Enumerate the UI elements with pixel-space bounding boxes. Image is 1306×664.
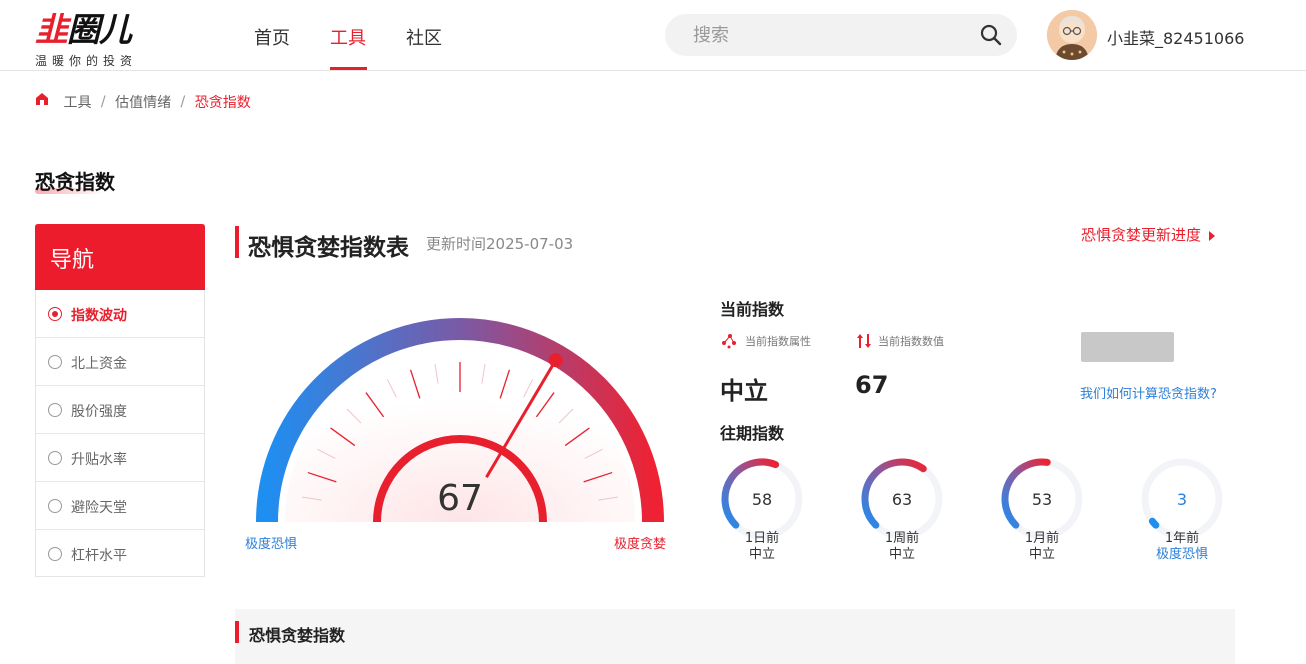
update-time: 更新时间2025-07-03 — [426, 235, 574, 253]
avatar-illustration — [1047, 10, 1097, 60]
side-item-basis-rate[interactable]: 升贴水率 — [36, 434, 204, 482]
side-item-index-volatility[interactable]: 指数波动 — [36, 290, 204, 338]
mini-gauge-value: 53 — [1031, 490, 1053, 509]
radio-icon — [48, 451, 62, 465]
mini-gauge-period: 1日前 — [744, 531, 780, 546]
gauge-right-label: 极度贪婪 — [614, 537, 667, 552]
current-value: 67 — [855, 371, 889, 399]
radio-icon — [48, 547, 62, 561]
update-progress-link[interactable]: 恐惧贪婪更新进度 — [1081, 224, 1216, 245]
breadcrumb-valuation[interactable]: 估值情绪 — [115, 92, 171, 112]
gauge-value: 67 — [437, 478, 483, 519]
radio-icon — [48, 355, 62, 369]
side-item-label: 北上资金 — [71, 356, 127, 372]
home-icon[interactable] — [35, 92, 49, 106]
current-value-label: 当前指数数值 — [878, 335, 944, 348]
side-item-price-strength[interactable]: 股价强度 — [36, 386, 204, 434]
mini-gauge-period: 1周前 — [884, 531, 920, 546]
side-item-label: 指数波动 — [71, 308, 127, 324]
mini-gauge-period: 1月前 — [1024, 531, 1060, 546]
mini-gauge-state: 中立 — [888, 547, 915, 562]
side-item-label: 避险天堂 — [71, 500, 127, 516]
breadcrumb-separator: / — [180, 94, 186, 110]
fear-greed-gauge — [256, 318, 664, 523]
breadcrumb-separator: / — [100, 94, 106, 110]
side-item-label: 股价强度 — [71, 404, 127, 420]
caret-right-icon — [1209, 230, 1216, 241]
logo-slogan: 温暖你的投资 — [35, 54, 138, 68]
mini-gauge-state: 中立 — [748, 547, 775, 562]
side-nav: 导航 指数波动 北上资金 股价强度 升贴水率 避险天堂 杠杆水平 — [35, 224, 205, 577]
current-attribute: 中立 — [720, 377, 768, 405]
mini-gauge-period: 1年前 — [1164, 531, 1200, 546]
attribute-icon — [722, 334, 736, 349]
radio-icon — [48, 499, 62, 513]
username[interactable]: 小韭菜_82451066 — [1107, 25, 1244, 49]
side-item-label: 杠杆水平 — [71, 548, 127, 564]
nav-home[interactable]: 首页 — [254, 24, 290, 50]
update-progress-label: 恐惧贪婪更新进度 — [1081, 226, 1202, 244]
section-accent-bar — [235, 621, 239, 643]
logo[interactable]: 韭圈儿 温暖你的投资 — [35, 8, 150, 70]
avatar[interactable] — [1047, 10, 1097, 60]
mini-gauge-value: 58 — [751, 490, 773, 509]
current-attribute-label: 当前指数属性 — [745, 335, 811, 348]
breadcrumb-tools[interactable]: 工具 — [63, 92, 91, 112]
past-index-heading: 往期指数 — [720, 424, 785, 443]
mini-gauge-state: 极度恐惧 — [1155, 547, 1208, 562]
nav-active-underline — [330, 67, 367, 70]
side-item-safe-haven[interactable]: 避险天堂 — [36, 482, 204, 530]
nav-community[interactable]: 社区 — [406, 24, 442, 50]
mini-gauge-value: 3 — [1176, 490, 1188, 509]
search-icon[interactable] — [979, 23, 1003, 47]
past-index-1year: 3 1年前 极度恐惧 — [1139, 456, 1225, 566]
up-down-arrows-icon — [857, 334, 871, 348]
how-calculate-link[interactable]: 我们如何计算恐贪指数? — [1080, 383, 1217, 402]
placeholder-button[interactable] — [1081, 332, 1174, 362]
side-item-northbound[interactable]: 北上资金 — [36, 338, 204, 386]
breadcrumb: 工具 / 估值情绪 / 恐贪指数 — [35, 92, 251, 112]
past-index-1day: 58 1日前 中立 — [719, 456, 805, 566]
gauge-needle-tip — [548, 353, 563, 368]
radio-selected-icon — [48, 307, 62, 321]
breadcrumb-current: 恐贪指数 — [194, 95, 251, 111]
mini-gauge-value: 63 — [891, 490, 913, 509]
index-table-section — [235, 609, 1235, 664]
mini-gauge-state: 中立 — [1028, 547, 1055, 562]
side-nav-title: 导航 — [35, 224, 205, 290]
side-item-leverage[interactable]: 杠杆水平 — [36, 530, 204, 578]
search-box — [665, 14, 1017, 56]
side-item-label: 升贴水率 — [71, 452, 127, 468]
section-accent-bar — [235, 226, 239, 258]
section-title: 恐惧贪婪指数表 — [248, 235, 409, 261]
past-index-1month: 53 1月前 中立 — [999, 456, 1085, 566]
past-index-1week: 63 1周前 中立 — [859, 456, 945, 566]
logo-text: 韭圈儿 — [35, 10, 132, 49]
radio-icon — [48, 403, 62, 417]
gauge-left-label: 极度恐惧 — [245, 537, 298, 552]
search-input[interactable] — [693, 14, 963, 56]
top-bar: 韭圈儿 温暖你的投资 首页 工具 社区 小韭菜_82451066 — [0, 0, 1306, 71]
page-title: 恐贪指数 — [35, 170, 115, 194]
current-index-heading: 当前指数 — [720, 300, 785, 319]
index-table-title: 恐惧贪婪指数 — [249, 626, 346, 645]
nav-tools[interactable]: 工具 — [330, 24, 366, 50]
mini-gauge-arc — [1148, 517, 1160, 529]
